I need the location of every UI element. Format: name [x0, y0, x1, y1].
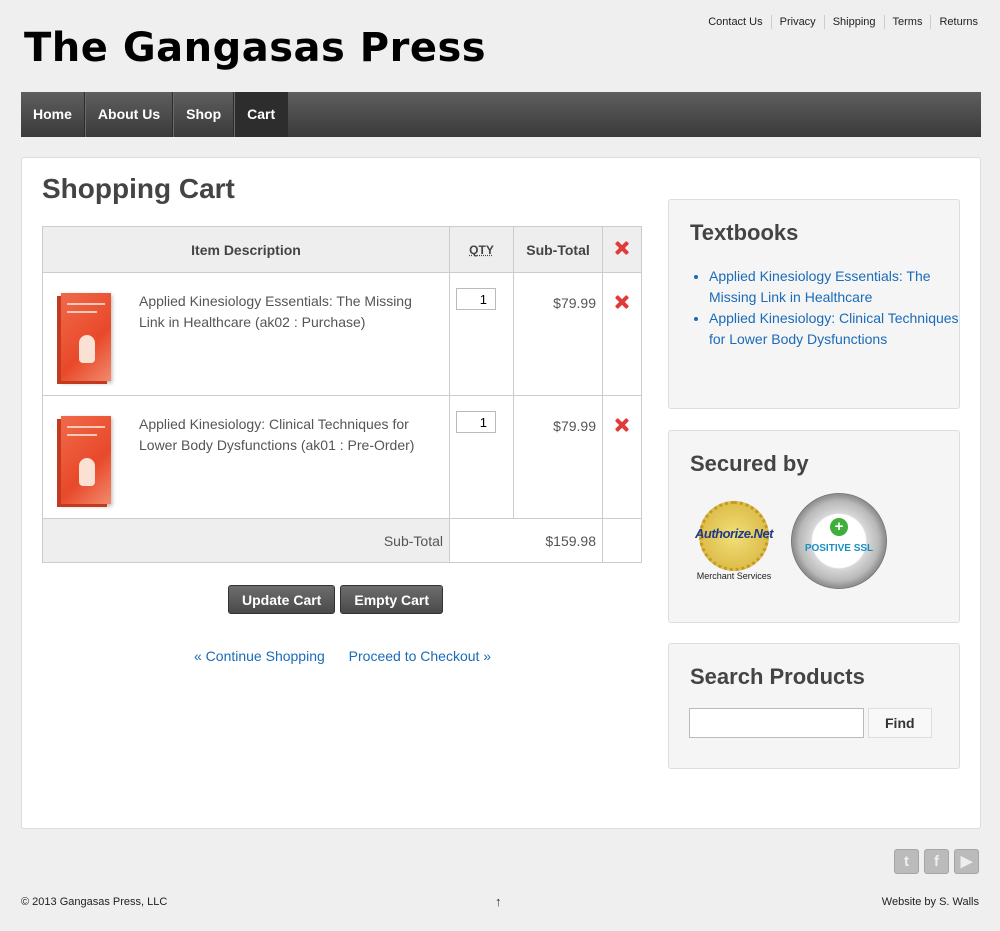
authorize-net-seal[interactable]: Authorize.Net Merchant Services	[691, 501, 777, 581]
total-value: $159.98	[449, 518, 603, 563]
remove-cell	[602, 272, 642, 396]
continue-shopping-link[interactable]: « Continue Shopping	[194, 648, 325, 664]
column-header-subtotal: Sub-Total	[513, 226, 603, 273]
footer-credit[interactable]: Website by S. Walls	[882, 896, 979, 908]
table-row: Applied Kinesiology Essentials: The Miss…	[42, 272, 642, 396]
facebook-icon[interactable]: f	[924, 849, 949, 874]
positive-ssl-seal[interactable]: + POSITIVE SSL	[791, 493, 887, 589]
qty-cell	[449, 272, 514, 396]
table-header: Item Description QTY Sub-Total	[42, 226, 642, 273]
cart-table: Item Description QTY Sub-Total Applied K…	[42, 226, 642, 563]
plus-icon: +	[830, 518, 848, 536]
book-cover-image[interactable]	[53, 414, 113, 506]
cart-links: « Continue Shopping Proceed to Checkout …	[194, 648, 511, 664]
textbook-link[interactable]: Applied Kinesiology Essentials: The Miss…	[709, 268, 931, 305]
social-links: t f ▶	[894, 849, 979, 874]
empty-cart-button[interactable]: Empty Cart	[340, 585, 444, 614]
column-header-description: Item Description	[42, 226, 450, 273]
item-subtotal: $79.99	[513, 395, 603, 519]
main-content: Shopping Cart Item Description QTY Sub-T…	[21, 157, 981, 829]
twitter-icon[interactable]: t	[894, 849, 919, 874]
nav-item-home[interactable]: Home	[21, 92, 85, 137]
widget-title: Secured by	[690, 451, 809, 476]
terms-link[interactable]: Terms	[883, 15, 931, 29]
remove-cell	[602, 395, 642, 519]
column-header-remove	[602, 226, 642, 273]
total-label: Sub-Total	[42, 518, 450, 563]
qty-input[interactable]	[456, 288, 496, 310]
page-title: Shopping Cart	[42, 173, 235, 204]
qty-input[interactable]	[456, 411, 496, 433]
footer-copyright: © 2013 Gangasas Press, LLC	[21, 896, 168, 908]
update-cart-button[interactable]: Update Cart	[228, 585, 336, 614]
privacy-link[interactable]: Privacy	[770, 15, 824, 29]
find-button[interactable]: Find	[868, 708, 932, 738]
table-row: Applied Kinesiology: Clinical Techniques…	[42, 395, 642, 519]
site-title[interactable]: The Gangasas Press	[24, 25, 486, 71]
nav-item-shop[interactable]: Shop	[173, 92, 235, 137]
search-products-widget: Search Products Find	[668, 643, 960, 769]
search-input[interactable]	[689, 708, 864, 738]
authorize-net-subtitle: Merchant Services	[696, 571, 772, 581]
remove-all-icon	[615, 241, 629, 255]
returns-link[interactable]: Returns	[930, 15, 978, 29]
textbooks-widget: Textbooks Applied Kinesiology Essentials…	[668, 199, 960, 409]
item-description: Applied Kinesiology: Clinical Techniques…	[139, 416, 415, 453]
list-item: Applied Kinesiology: Clinical Techniques…	[709, 308, 959, 350]
contact-us-link[interactable]: Contact Us	[700, 15, 770, 29]
total-row: Sub-Total $159.98	[42, 518, 642, 563]
proceed-to-checkout-link[interactable]: Proceed to Checkout »	[349, 648, 491, 664]
item-subtotal: $79.99	[513, 272, 603, 396]
shipping-link[interactable]: Shipping	[823, 15, 884, 29]
qty-cell	[449, 395, 514, 519]
authorize-net-name: Authorize.Net	[695, 526, 774, 541]
column-header-qty: QTY	[449, 226, 514, 273]
cart-buttons: Update Cart Empty Cart	[228, 585, 444, 614]
secured-by-widget: Secured by Authorize.Net Merchant Servic…	[668, 430, 960, 623]
item-description-cell: Applied Kinesiology Essentials: The Miss…	[42, 272, 450, 396]
widget-title: Textbooks	[690, 220, 799, 245]
nav-item-about-us[interactable]: About Us	[84, 92, 174, 137]
book-cover-image[interactable]	[53, 291, 113, 383]
item-description: Applied Kinesiology Essentials: The Miss…	[139, 293, 412, 330]
top-links: Contact Us Privacy Shipping Terms Return…	[700, 15, 978, 29]
remove-item-icon[interactable]	[615, 418, 629, 432]
main-nav: Home About Us Shop Cart	[21, 92, 981, 137]
back-to-top-arrow[interactable]: ↑	[495, 894, 502, 909]
youtube-icon[interactable]: ▶	[954, 849, 979, 874]
textbooks-list: Applied Kinesiology Essentials: The Miss…	[709, 266, 959, 350]
positive-ssl-text: POSITIVE SSL	[804, 542, 874, 554]
list-item: Applied Kinesiology Essentials: The Miss…	[709, 266, 959, 308]
nav-item-cart[interactable]: Cart	[234, 92, 289, 137]
textbook-link[interactable]: Applied Kinesiology: Clinical Techniques…	[709, 310, 959, 347]
remove-item-icon[interactable]	[615, 295, 629, 309]
item-description-cell: Applied Kinesiology: Clinical Techniques…	[42, 395, 450, 519]
widget-title: Search Products	[690, 664, 865, 689]
